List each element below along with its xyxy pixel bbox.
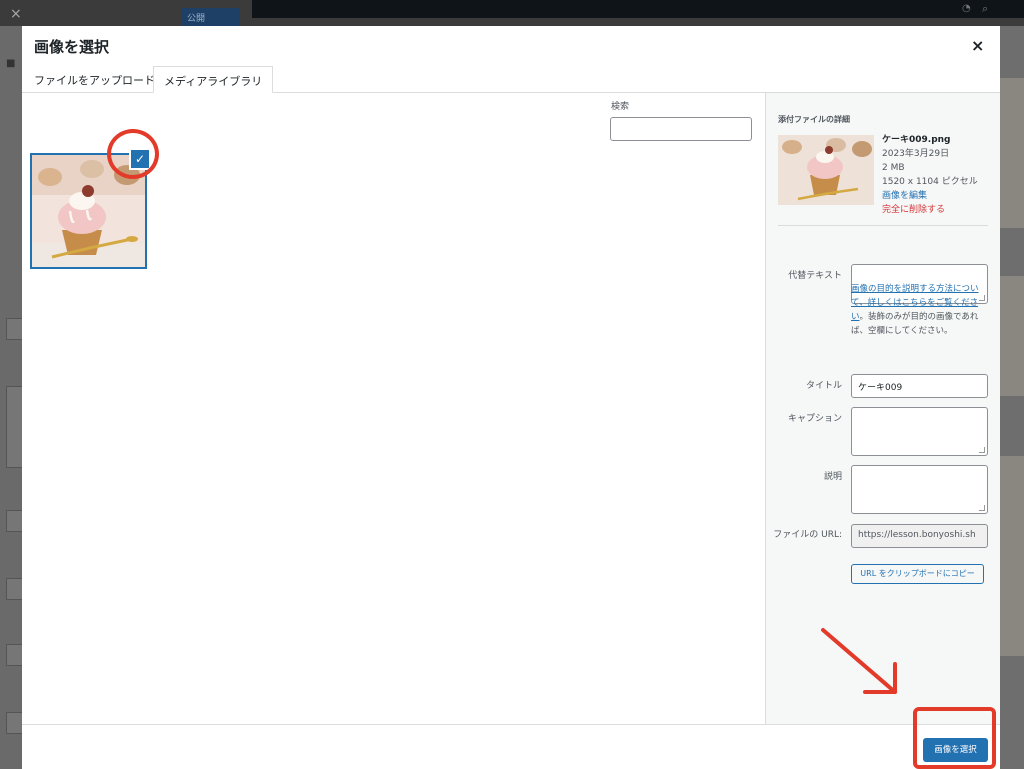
- background-field: [6, 712, 22, 734]
- background-field: [6, 510, 22, 532]
- media-modal: 画像を選択 × ファイルをアップロード メディアライブラリ 検索 ✓ 添付ファイ…: [22, 26, 1000, 769]
- background-left-panel: ■: [0, 26, 22, 769]
- rss-icon: ◔: [962, 3, 971, 14]
- background-header: [252, 0, 1024, 18]
- attachment-thumbnail[interactable]: [30, 153, 147, 269]
- select-image-button[interactable]: 画像を選択: [923, 738, 988, 762]
- title-field[interactable]: ケーキ009: [851, 374, 988, 398]
- tab-upload-files[interactable]: ファイルをアップロード: [24, 66, 165, 93]
- details-meta: ケーキ009.png 2023年3月29日 2 MB 1520 x 1104 ピ…: [882, 133, 978, 217]
- background-image-strip: [1000, 276, 1024, 396]
- file-url-label: ファイルの URL:: [773, 530, 842, 540]
- alt-text-help: 画像の目的を説明する方法について、詳しくはこちらをご覧ください。装飾のみが目的の…: [851, 282, 991, 338]
- background-search-icon: ⌕: [982, 2, 989, 15]
- description-field[interactable]: [851, 465, 988, 514]
- caption-label: キャプション: [787, 414, 842, 424]
- details-dimensions: 1520 x 1104 ピクセル: [882, 177, 978, 187]
- alt-text-help-text: 。装飾のみが目的の画像であれば、空欄にしてください。: [851, 312, 979, 336]
- background-close-icon: ×: [10, 6, 22, 22]
- details-date: 2023年3月29日: [882, 149, 950, 159]
- cupcake-thumbnail-image: [778, 135, 874, 205]
- modal-tabs: ファイルをアップロード メディアライブラリ: [22, 66, 1000, 93]
- close-icon[interactable]: ×: [971, 36, 984, 55]
- selected-check-icon[interactable]: ✓: [129, 148, 151, 170]
- file-url-field[interactable]: https://lesson.bonyoshi.sh: [851, 524, 988, 548]
- background-field: [6, 386, 22, 468]
- details-thumbnail: [778, 135, 874, 205]
- alt-text-label: 代替テキスト: [788, 271, 842, 281]
- background-square-icon: ■: [6, 58, 16, 69]
- background-publish-button: 公開: [181, 8, 240, 26]
- background-field: [6, 578, 22, 600]
- delete-permanently-link[interactable]: 完全に削除する: [882, 203, 978, 217]
- modal-title: 画像を選択: [34, 38, 110, 56]
- description-label: 説明: [823, 472, 842, 482]
- details-filename: ケーキ009.png: [882, 135, 951, 145]
- copy-url-button[interactable]: URL をクリップボードにコピー: [851, 564, 984, 584]
- caption-field[interactable]: [851, 407, 988, 456]
- cupcake-image: [32, 155, 145, 267]
- background-editor-topbar: × 公開 ◔ ⌕: [0, 0, 1024, 26]
- details-heading: 添付ファイルの詳細: [778, 115, 850, 124]
- modal-footer: [22, 724, 1000, 769]
- background-right-panel: [1000, 26, 1024, 769]
- background-field: [6, 318, 22, 340]
- search-label: 検索: [611, 102, 630, 112]
- background-image-strip: [1000, 78, 1024, 228]
- attachment-details-sidebar: 添付ファイルの詳細 ケーキ009.png 2023年3月29日 2 MB 152…: [765, 93, 1000, 724]
- background-field: [6, 644, 22, 666]
- details-divider: [778, 225, 988, 226]
- background-image-strip: [1000, 456, 1024, 656]
- search-input[interactable]: [610, 117, 752, 141]
- edit-image-link[interactable]: 画像を編集: [882, 189, 978, 203]
- details-filesize: 2 MB: [882, 163, 905, 173]
- title-label: タイトル: [805, 381, 842, 391]
- tab-media-library[interactable]: メディアライブラリ: [153, 66, 274, 93]
